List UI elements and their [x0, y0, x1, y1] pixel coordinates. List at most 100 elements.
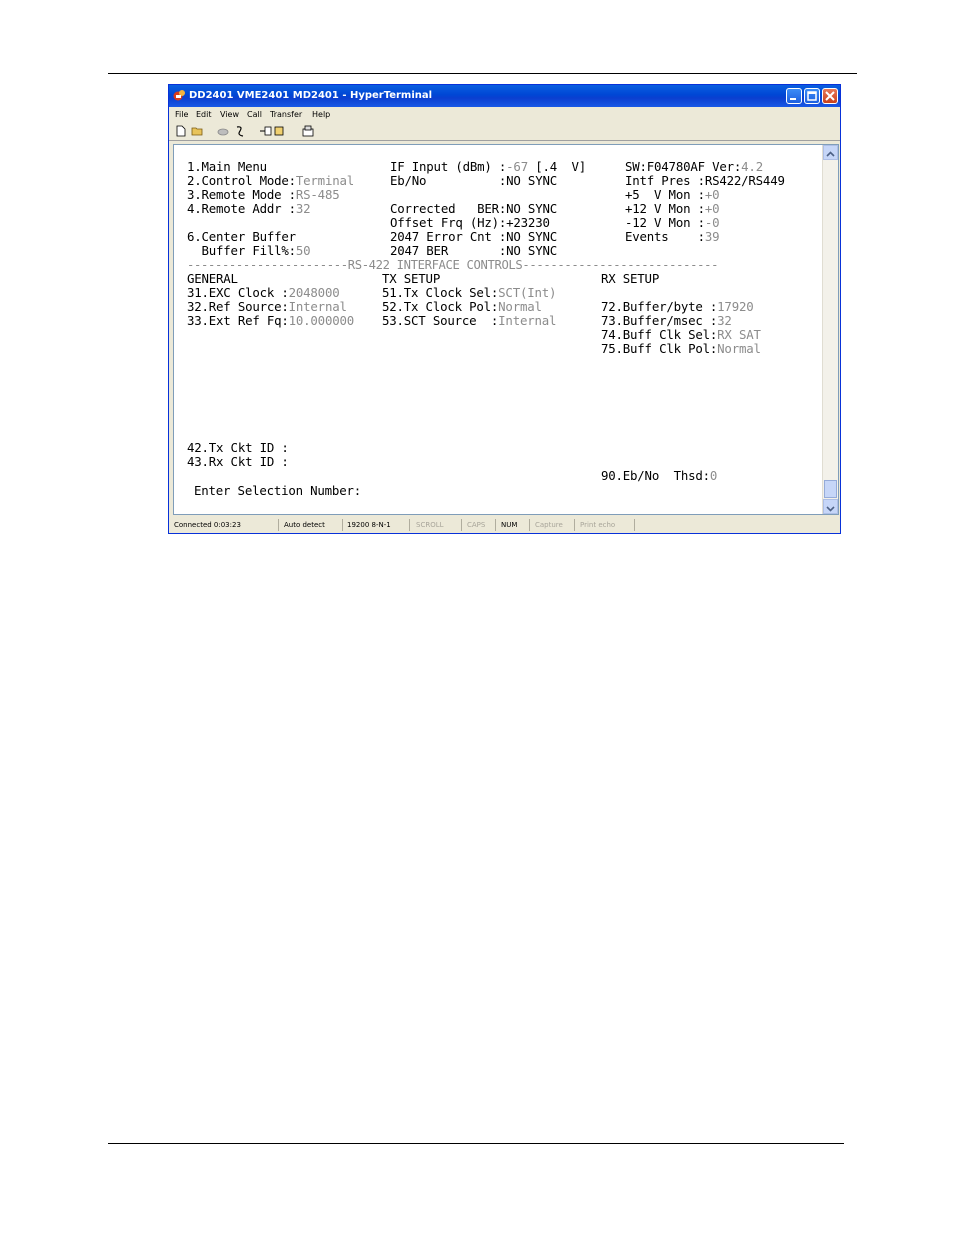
dial-icon[interactable]	[217, 125, 229, 137]
intf-pres-row: Intf Pres :RS422/RS449	[625, 174, 785, 188]
ber-2047-row: 2047 BER :NO SYNC	[390, 244, 557, 258]
menu-option-main: 1.Main Menu	[187, 160, 267, 174]
exc-clock-value: 2048000	[288, 285, 340, 300]
maximize-button[interactable]	[804, 88, 820, 104]
status-detect: Auto detect	[281, 519, 343, 531]
tx-ckt-id-row: 42.Tx Ckt ID :	[187, 440, 289, 455]
rx-ckt-id-row: 43.Rx Ckt ID :	[187, 454, 289, 469]
ext-ref-fq-label: 33.Ext Ref Fq:	[187, 313, 289, 328]
offset-frq-row: Offset Frq (Hz):+23230	[390, 216, 550, 230]
ebno-thsd-row: 90.Eb/No Thsd:0	[601, 469, 717, 483]
center-buffer-text: 6.Center Buffer	[187, 229, 296, 244]
menu-help[interactable]: Help	[312, 110, 330, 119]
rx-setup-header: RX SETUP	[601, 271, 660, 286]
events-label: Events :	[625, 229, 705, 244]
status-settings: 19200 8-N-1	[344, 519, 410, 531]
ext-ref-fq-value: 10.000000	[288, 313, 355, 328]
hyperterminal-icon	[173, 90, 185, 101]
5v-mon-value: +0	[704, 187, 720, 202]
remote-mode-row: 3.Remote Mode :RS-485	[187, 187, 340, 202]
offset-frq-text: Offset Frq (Hz):+23230	[390, 215, 550, 230]
buff-clk-pol-row: 75.Buff Clk Pol:Normal	[601, 342, 761, 356]
12v-mon-row: +12 V Mon :+0	[625, 201, 720, 216]
send-icon[interactable]	[260, 125, 272, 137]
ebno-text: Eb/No :NO SYNC	[390, 173, 557, 188]
tx-clock-pol-value: Normal	[498, 299, 542, 314]
toolbar	[169, 123, 840, 141]
buffer-msec-row: 73.Buffer/msec :32	[601, 314, 732, 328]
software-label: SW:F04780AF Ver:	[625, 159, 742, 174]
error-cnt-row: 2047 Error Cnt :NO SYNC	[390, 230, 557, 244]
chevron-down-icon	[826, 506, 835, 512]
vertical-scrollbar[interactable]	[822, 145, 838, 514]
remote-mode-label: 3.Remote Mode :	[187, 187, 296, 202]
if-input-volts: [.4 V]	[527, 159, 587, 174]
corrected-ber-text: Corrected BER:NO SYNC	[390, 201, 557, 216]
chevron-up-icon	[826, 151, 835, 157]
if-input-label: IF Input (dBm) :	[390, 159, 507, 174]
status-caps: CAPS	[464, 519, 496, 531]
sct-source-row: 53.SCT Source :Internal	[382, 314, 556, 328]
terminal-area[interactable]: 1.Main Menu IF Input (dBm) :-67 [.4 V] S…	[173, 144, 839, 515]
properties-icon[interactable]	[302, 125, 314, 137]
status-capture: Capture	[532, 519, 575, 531]
page-top-rule	[108, 73, 857, 74]
receive-icon[interactable]	[274, 125, 286, 137]
menu-call[interactable]: Call	[247, 110, 262, 119]
scroll-down-button[interactable]	[823, 499, 838, 514]
tx-clock-pol-label: 52.Tx Clock Pol:	[382, 299, 499, 314]
sct-source-label: 53.SCT Source :	[382, 313, 499, 328]
disconnect-icon[interactable]	[234, 125, 246, 137]
sct-source-value: Internal	[498, 313, 557, 328]
title-bar[interactable]: DD2401 VME2401 MD2401 - HyperTerminal	[169, 85, 840, 107]
close-icon	[825, 91, 835, 101]
ebno-thsd-label: 90.Eb/No Thsd:	[601, 468, 710, 483]
new-icon[interactable]	[175, 125, 187, 137]
12v-mon-label: +12 V Mon :	[625, 201, 705, 216]
menu-file[interactable]: File	[175, 110, 188, 119]
menu-view[interactable]: View	[220, 110, 239, 119]
tx-clock-sel-value: SCT(Int)	[498, 285, 557, 300]
software-row: SW:F04780AF Ver:4.2	[625, 160, 763, 174]
scroll-up-button[interactable]	[823, 145, 838, 160]
scroll-thumb[interactable]	[824, 480, 837, 498]
buff-clk-sel-row: 74.Buff Clk Sel:RX SAT	[601, 328, 761, 342]
if-input-value: -67	[506, 159, 528, 174]
status-scroll: SCROLL	[413, 519, 462, 531]
open-icon[interactable]	[191, 125, 203, 137]
ebno-thsd-value: 0	[709, 468, 718, 483]
terminal-screen[interactable]: 1.Main Menu IF Input (dBm) :-67 [.4 V] S…	[174, 145, 825, 514]
software-version: 4.2	[741, 159, 763, 174]
minimize-button[interactable]	[786, 88, 802, 104]
status-connected: Connected 0:03:23	[171, 519, 279, 531]
neg12v-mon-label: -12 V Mon :	[625, 215, 705, 230]
events-value: 39	[704, 229, 720, 244]
buffer-fill-row: Buffer Fill%:50	[187, 243, 311, 258]
neg12v-mon-value: -0	[704, 215, 720, 230]
buffer-fill-label: Buffer Fill%:	[187, 243, 297, 258]
12v-mon-value: +0	[704, 201, 720, 216]
buffer-byte-row: 72.Buffer/byte :17920	[601, 299, 754, 314]
intf-pres-text: Intf Pres :RS422/RS449	[625, 173, 785, 188]
error-cnt-text: 2047 Error Cnt :NO SYNC	[390, 229, 557, 244]
status-print-echo: Print echo	[577, 519, 635, 531]
buffer-msec-value: 32	[717, 313, 732, 328]
exc-clock-label: 31.EXC Clock :	[187, 285, 289, 300]
ber-2047-text: 2047 BER :NO SYNC	[390, 243, 557, 258]
tx-clock-sel-row: 51.Tx Clock Sel:SCT(Int)	[382, 286, 556, 300]
ext-ref-fq-row: 33.Ext Ref Fq:10.000000	[187, 314, 354, 328]
remote-addr-label: 4.Remote Addr :	[187, 201, 296, 216]
exc-clock-row: 31.EXC Clock :2048000	[187, 285, 340, 300]
menu-edit[interactable]: Edit	[196, 110, 212, 119]
buffer-msec-label: 73.Buffer/msec :	[601, 313, 718, 328]
control-mode-label: 2.Control Mode:	[187, 173, 296, 188]
close-button[interactable]	[822, 88, 838, 104]
menu-transfer[interactable]: Transfer	[270, 110, 302, 119]
center-buffer-row: 6.Center Buffer	[187, 230, 296, 244]
buffer-byte-value: 17920	[717, 299, 754, 314]
buffer-byte-label: 72.Buffer/byte :	[601, 299, 718, 314]
buffer-fill-value: 50	[295, 243, 311, 258]
tx-setup-header: TX SETUP	[382, 271, 441, 286]
interface-divider: -----------------------RS-422 INTERFACE …	[187, 258, 719, 272]
events-row: Events :39	[625, 229, 720, 244]
